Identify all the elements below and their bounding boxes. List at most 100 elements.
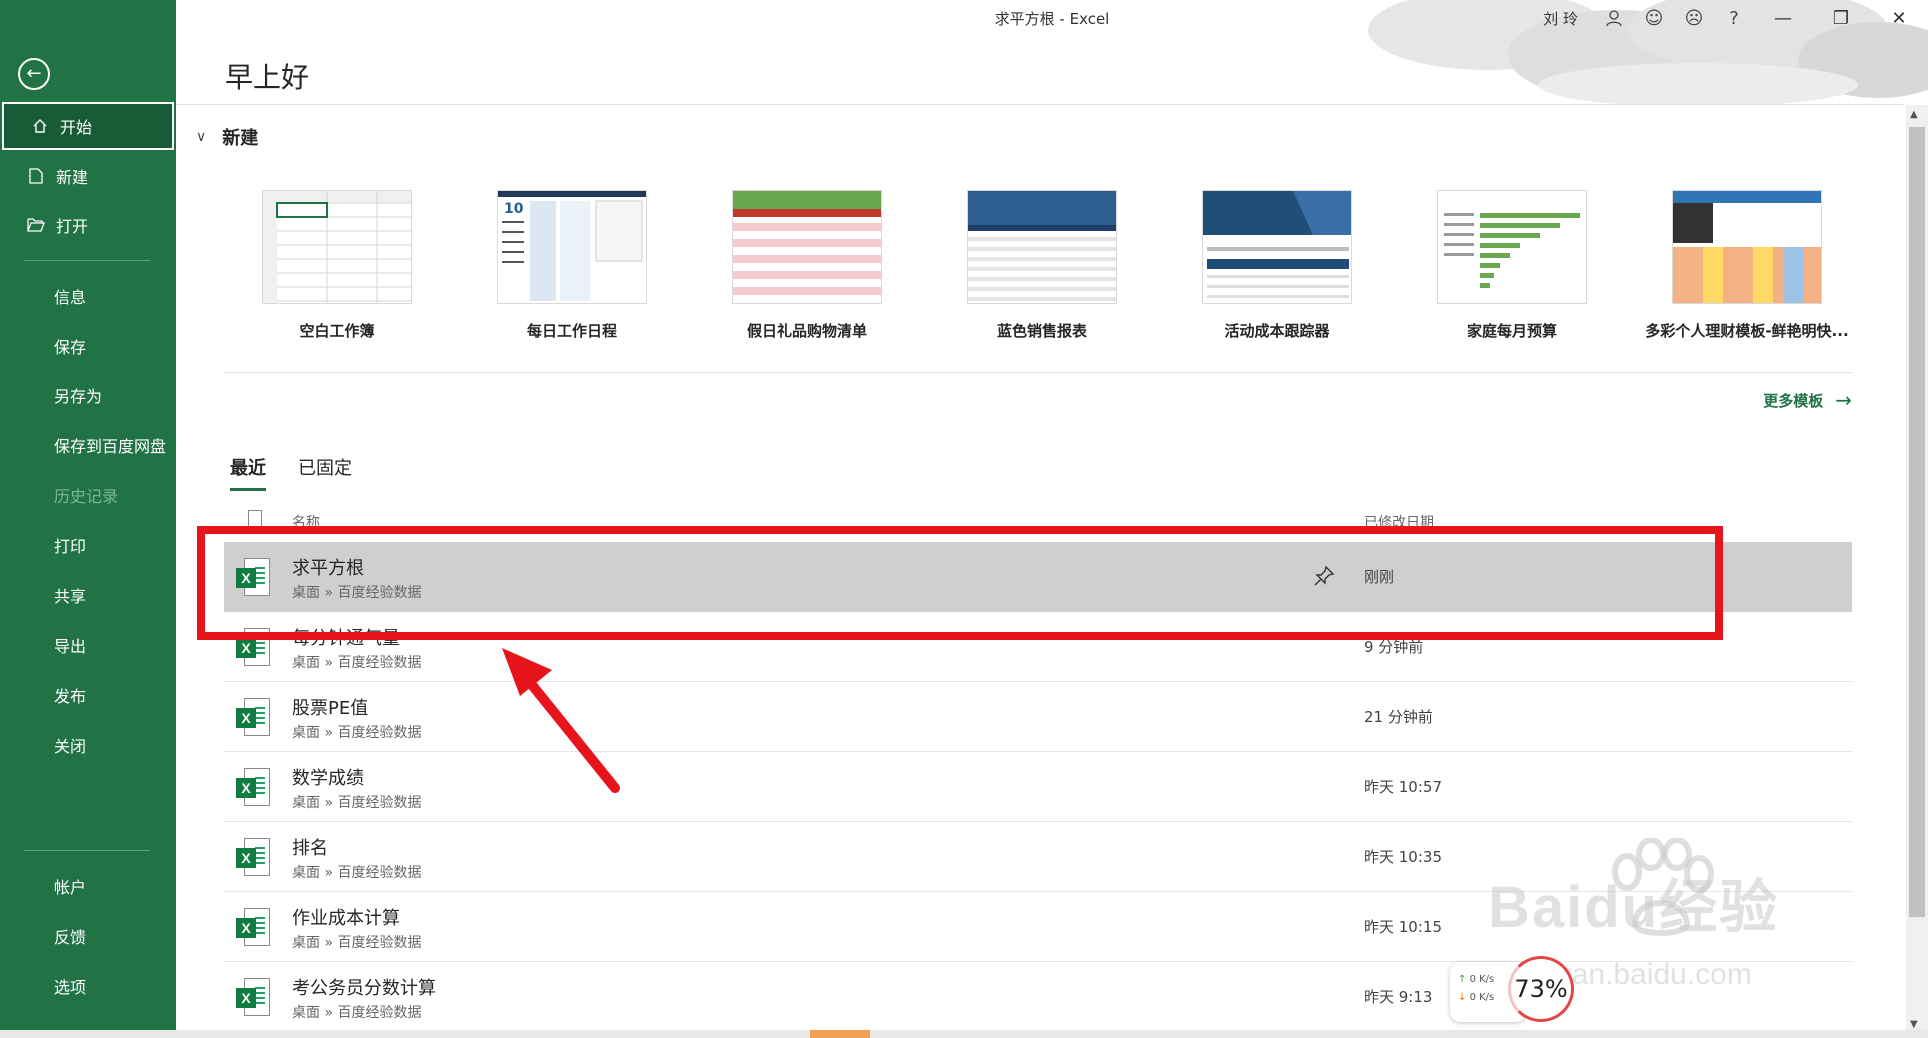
excel-file-icon: X — [236, 558, 272, 598]
sidebar-item-label: 打印 — [54, 537, 87, 556]
sidebar-item-save-to-baidu[interactable]: 保存到百度网盘 — [0, 421, 176, 469]
file-name: 作业成本计算 — [292, 908, 400, 929]
template-name: 活动成本跟踪器 — [1224, 322, 1330, 340]
sidebar-item-export[interactable]: 导出 — [0, 621, 176, 669]
sidebar-item-label: 保存到百度网盘 — [54, 437, 167, 456]
sidebar-item-save-as[interactable]: 另存为 — [0, 371, 176, 419]
download-speed-value: 0 K/s — [1469, 992, 1495, 1003]
template-blue-sales-report[interactable]: 蓝色销售报表 — [937, 190, 1147, 341]
sidebar-item-publish[interactable]: 发布 — [0, 671, 176, 719]
restore-icon[interactable]: ❐ — [1812, 0, 1870, 36]
cpu-usage-gauge[interactable]: 73% — [1508, 956, 1574, 1022]
sidebar-item-save[interactable]: 保存 — [0, 322, 176, 370]
download-arrow-icon: ↓ — [1458, 992, 1467, 1003]
pin-icon[interactable] — [1312, 564, 1336, 588]
sidebar-item-label: 导出 — [54, 637, 87, 656]
file-modified-date: 刚刚 — [1364, 568, 1395, 586]
template-holiday-gift-list[interactable]: 假日礼品购物清单 — [702, 190, 912, 341]
smile-feedback-icon[interactable]: ☺ — [1634, 0, 1674, 36]
sidebar-item-feedback[interactable]: 反馈 — [0, 912, 176, 960]
help-icon[interactable]: ? — [1714, 0, 1754, 36]
excel-file-icon: X — [236, 698, 272, 738]
template-thumbnail — [1672, 190, 1822, 304]
new-section-title: 新建 — [222, 128, 259, 149]
frown-feedback-icon[interactable]: ☹ — [1674, 0, 1714, 36]
file-modified-date: 昨天 10:57 — [1364, 778, 1442, 796]
sidebar-item-history: 历史记录 — [0, 471, 176, 519]
sidebar-item-share[interactable]: 共享 — [0, 571, 176, 619]
more-templates-link[interactable]: 更多模板 → — [1763, 388, 1852, 412]
sidebar-item-options[interactable]: 选项 — [0, 962, 176, 1010]
template-daily-schedule[interactable]: 10 每日工作日程 — [467, 190, 677, 341]
sidebar-item-label: 反馈 — [54, 928, 87, 947]
tab-pinned[interactable]: 已固定 — [298, 454, 352, 491]
file-name: 股票PE值 — [292, 698, 369, 719]
minimize-icon[interactable]: — — [1754, 0, 1812, 36]
tab-recent[interactable]: 最近 — [230, 454, 266, 491]
template-event-cost-tracker[interactable]: 活动成本跟踪器 — [1172, 190, 1382, 341]
new-section-header[interactable]: ∨ 新建 — [196, 124, 258, 150]
sidebar-divider — [24, 850, 150, 851]
back-arrow-icon[interactable]: ← — [18, 58, 50, 90]
scroll-down-icon[interactable]: ▼ — [1910, 1019, 1918, 1030]
file-path: 桌面 » 百度经验数据 — [292, 585, 422, 601]
sidebar-item-new[interactable]: 新建 — [0, 152, 176, 200]
template-thumbnail — [967, 190, 1117, 304]
sidebar-item-label: 关闭 — [54, 737, 87, 756]
folder-open-icon — [24, 218, 48, 232]
sidebar-item-label: 开始 — [60, 118, 93, 137]
arrow-right-icon: → — [1835, 388, 1852, 412]
file-path: 桌面 » 百度经验数据 — [292, 725, 422, 741]
file-modified-date: 昨天 10:15 — [1364, 918, 1442, 936]
template-gallery: 空白工作簿 10 每日工作日程 假日礼品购物清单 蓝色销售报表 活动成本跟踪器 … — [232, 190, 1864, 350]
file-row[interactable]: X 每分钟通气量 桌面 » 百度经验数据 9 分钟前 — [224, 612, 1852, 682]
upload-arrow-icon: ↑ — [1458, 974, 1467, 985]
file-row[interactable]: X 排名 桌面 » 百度经验数据 昨天 10:35 — [224, 822, 1852, 892]
sidebar-item-account[interactable]: 帐户 — [0, 862, 176, 910]
svg-text:10: 10 — [504, 201, 524, 217]
template-family-monthly-budget[interactable]: 家庭每月预算 — [1407, 190, 1617, 341]
sidebar-item-close[interactable]: 关闭 — [0, 721, 176, 769]
column-modified-date[interactable]: 已修改日期 — [1364, 512, 1434, 532]
vertical-scrollbar[interactable]: ▲ ▼ — [1906, 105, 1928, 1038]
file-row[interactable]: X 求平方根 桌面 » 百度经验数据 刚刚 — [224, 542, 1852, 612]
file-modified-date: 昨天 10:35 — [1364, 848, 1442, 866]
file-row[interactable]: X 数学成绩 桌面 » 百度经验数据 昨天 10:57 — [224, 752, 1852, 822]
file-row[interactable]: X 作业成本计算 桌面 » 百度经验数据 昨天 10:15 — [224, 892, 1852, 962]
file-modified-date: 9 分钟前 — [1364, 638, 1424, 656]
file-name: 每分钟通气量 — [292, 628, 400, 649]
template-name: 多彩个人理财模板-鲜艳明快... — [1645, 322, 1849, 340]
user-name[interactable]: 刘 玲 — [1543, 8, 1578, 29]
recent-tabs: 最近 已固定 — [230, 454, 384, 491]
title-bar: 求平方根 - Excel 刘 玲 ☺ ☹ ? — ❐ ✕ — [176, 0, 1928, 36]
sidebar-item-open[interactable]: 打开 — [0, 201, 176, 249]
close-icon[interactable]: ✕ — [1870, 0, 1928, 36]
file-row[interactable]: X 考公务员分数计算 桌面 » 百度经验数据 昨天 9:13 — [224, 962, 1852, 1032]
file-row[interactable]: X 股票PE值 桌面 » 百度经验数据 21 分钟前 — [224, 682, 1852, 752]
file-path: 桌面 » 百度经验数据 — [292, 865, 422, 881]
template-thumbnail: 10 — [497, 190, 647, 304]
template-name: 假日礼品购物清单 — [746, 322, 867, 340]
sidebar-item-info[interactable]: 信息 — [0, 272, 176, 320]
chevron-down-icon[interactable]: ∨ — [196, 129, 206, 145]
file-path: 桌面 » 百度经验数据 — [292, 935, 422, 951]
sidebar-item-label: 发布 — [54, 687, 87, 706]
scrollbar-thumb[interactable] — [1909, 127, 1925, 917]
column-name[interactable]: 名称 — [292, 512, 320, 532]
sidebar-item-home[interactable]: 开始 — [2, 102, 174, 150]
file-name: 考公务员分数计算 — [292, 978, 436, 999]
user-profile-icon[interactable] — [1594, 0, 1634, 36]
scroll-up-icon[interactable]: ▲ — [1910, 109, 1918, 120]
bottom-strip — [0, 1030, 1928, 1038]
sidebar-item-print[interactable]: 打印 — [0, 521, 176, 569]
sidebar-item-label: 选项 — [54, 978, 87, 997]
template-blank-workbook[interactable]: 空白工作簿 — [232, 190, 442, 341]
template-personal-finance[interactable]: 多彩个人理财模板-鲜艳明快... — [1642, 190, 1852, 341]
backstage-sidebar: ← 开始 新建 打开 信息 保存 另存为 保存到百度网盘 历史记录 打印 共享 … — [0, 0, 176, 1038]
file-type-icon — [248, 510, 262, 528]
file-modified-date: 昨天 9:13 — [1364, 988, 1433, 1006]
excel-file-icon: X — [236, 768, 272, 808]
recent-file-list: X 求平方根 桌面 » 百度经验数据 刚刚 X 每分钟通气量 桌面 » 百度经验… — [224, 542, 1852, 1032]
home-icon — [28, 118, 52, 134]
file-list-header: 名称 已修改日期 — [224, 508, 1852, 532]
